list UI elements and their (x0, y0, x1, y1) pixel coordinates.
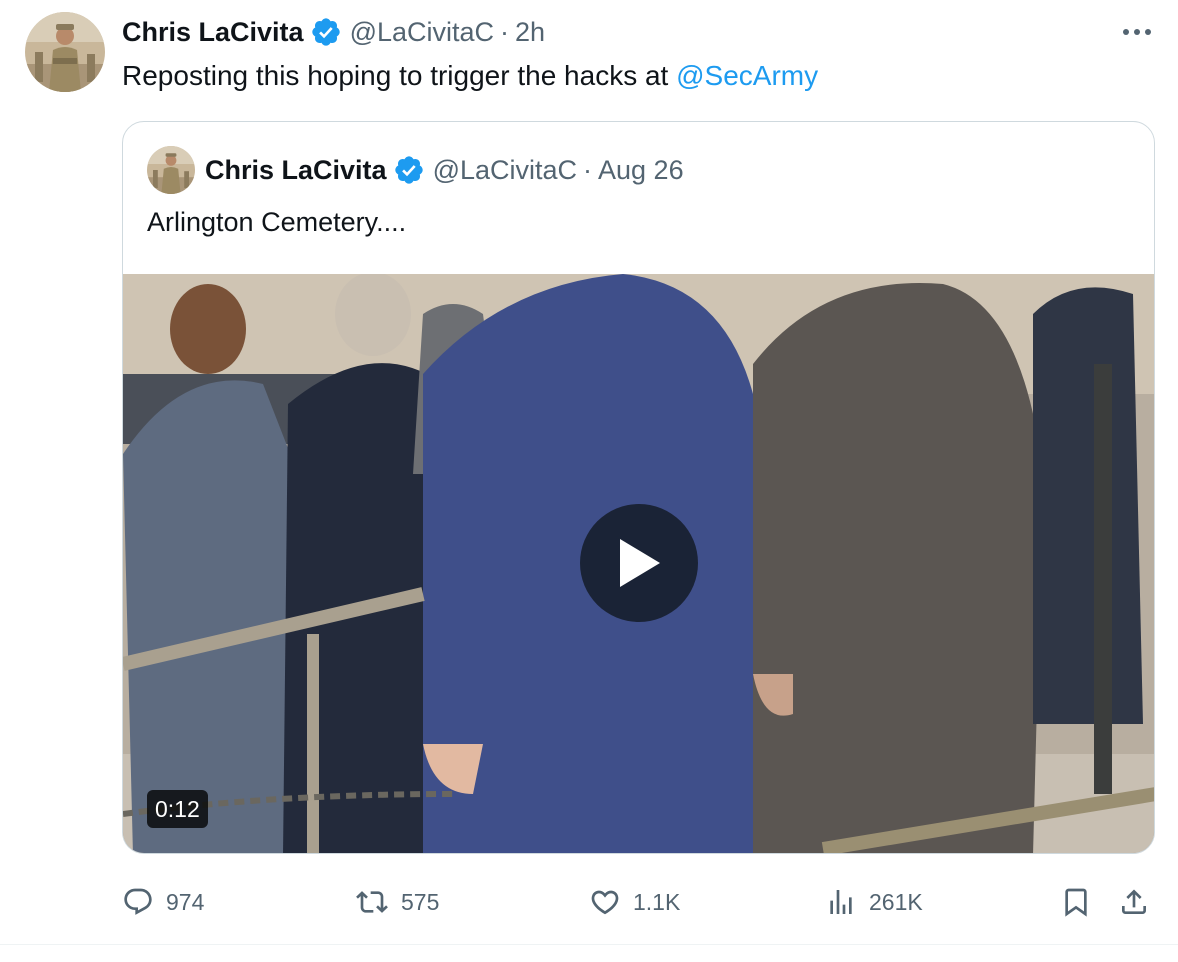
separator-dot: · (583, 154, 593, 185)
reply-icon (124, 888, 152, 915)
tweet-header: Chris LaCivita @LaCivitaC · 2h (122, 14, 545, 50)
divider (0, 944, 1178, 945)
mention-link[interactable]: @SecArmy (676, 60, 818, 91)
separator-dot: · (500, 16, 510, 47)
repost-button[interactable]: 575 (355, 880, 439, 924)
reply-count: 974 (166, 888, 205, 915)
quoted-author-handle[interactable]: @LaCivitaC (433, 155, 577, 186)
author-name[interactable]: Chris LaCivita (122, 17, 304, 48)
tweet-text: Reposting this hoping to trigger the hac… (122, 56, 818, 96)
reply-button[interactable]: 974 (122, 880, 204, 924)
views-button[interactable]: 261K (825, 880, 923, 924)
bookmark-icon (1065, 888, 1087, 917)
tweet-timestamp[interactable]: 2h (515, 17, 545, 48)
like-count: 1.1K (633, 888, 681, 915)
repost-count: 575 (401, 888, 440, 915)
quoted-tweet-text: Arlington Cemetery.... (147, 207, 407, 237)
verified-badge-icon[interactable] (310, 16, 342, 48)
share-button[interactable] (1118, 880, 1150, 924)
tweet[interactable]: Chris LaCivita @LaCivitaC · 2h Reposting… (0, 0, 1178, 945)
heart-icon (591, 890, 619, 915)
video-player[interactable]: 0:12 (123, 274, 1154, 853)
tweet-text-body: Reposting this hoping to trigger the hac… (122, 60, 677, 91)
quoted-author-name[interactable]: Chris LaCivita (205, 155, 387, 186)
author-avatar[interactable] (25, 12, 105, 92)
views-count: 261K (869, 888, 923, 915)
quoted-tweet-card[interactable]: Chris LaCivita @LaCivitaC · Aug 26 Arlin… (122, 121, 1155, 854)
share-icon (1122, 889, 1146, 914)
quoted-tweet-timestamp[interactable]: Aug 26 (598, 155, 684, 186)
video-duration-badge: 0:12 (147, 790, 208, 828)
analytics-icon (830, 890, 852, 914)
play-button[interactable] (580, 504, 698, 622)
author-handle[interactable]: @LaCivitaC (350, 17, 494, 48)
play-icon (620, 539, 660, 587)
quoted-tweet-header: Chris LaCivita @LaCivitaC · Aug 26 (205, 152, 684, 188)
quoted-author-avatar[interactable] (147, 146, 195, 194)
like-button[interactable]: 1.1K (589, 880, 680, 924)
repost-icon (356, 891, 388, 913)
more-horizontal-icon[interactable] (1119, 18, 1155, 46)
bookmark-button[interactable] (1060, 880, 1092, 924)
verified-badge-icon[interactable] (393, 154, 425, 186)
action-bar: 974 575 1.1K 261K (122, 880, 1162, 924)
